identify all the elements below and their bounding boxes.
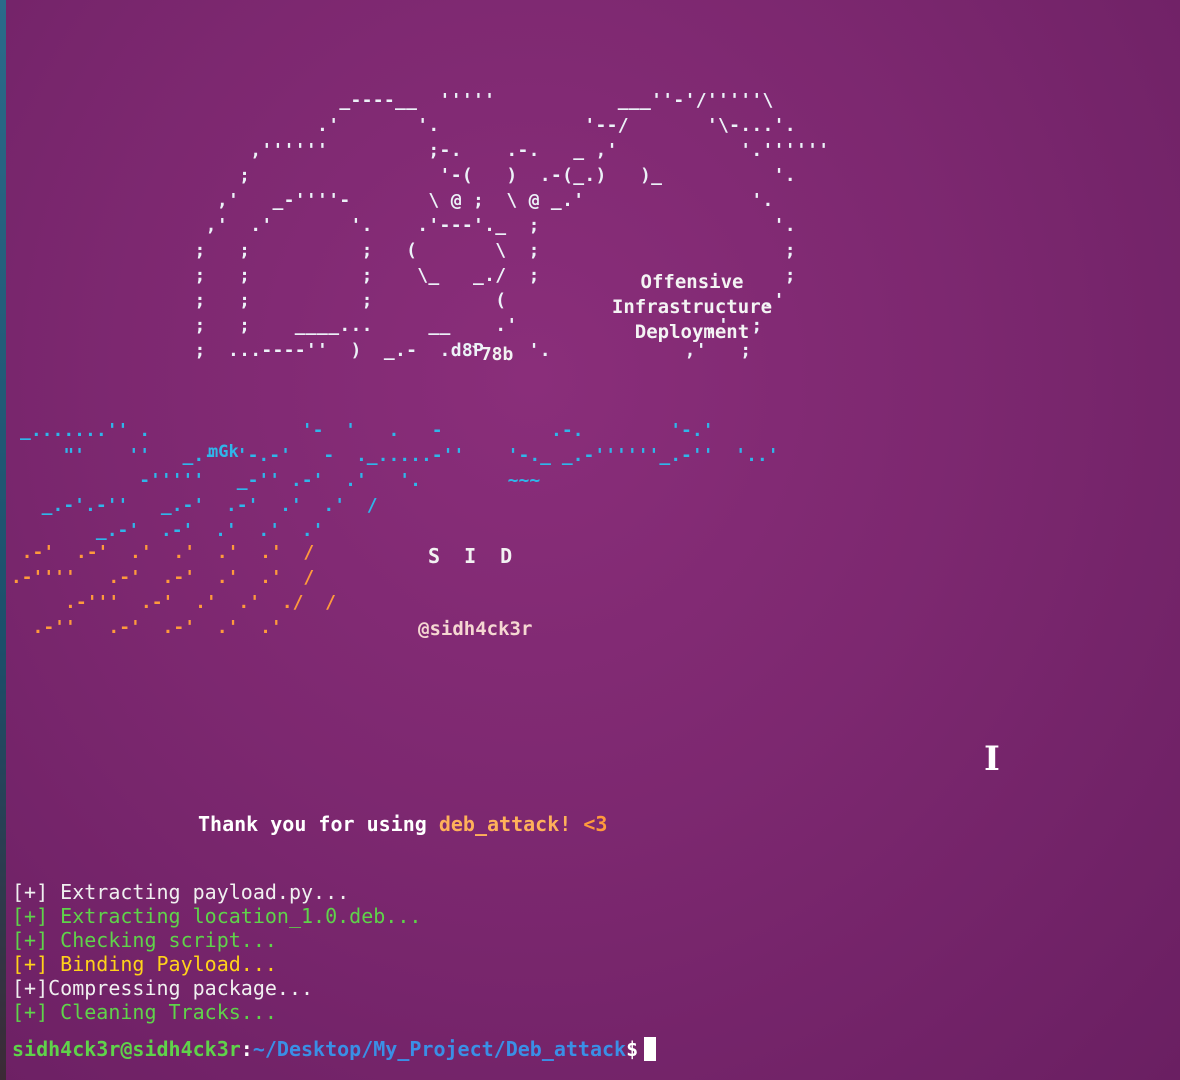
prompt-user-host: sidh4ck3r@sidh4ck3r	[12, 1037, 241, 1061]
prompt-path: ~/Desktop/My_Project/Deb_attack	[252, 1037, 627, 1061]
thanks-prefix: Thank you for using	[198, 812, 439, 836]
log-line: [+] Checking script...	[12, 928, 277, 952]
log-line: [+]Compressing package...	[12, 976, 314, 1000]
i-beam-cursor-icon: I	[984, 739, 1000, 779]
log-line: [+] Binding Payload...	[12, 952, 277, 976]
author-handle: @sidh4ck3r	[418, 618, 533, 640]
log-line: [+] Extracting payload.py...	[12, 880, 350, 904]
ascii-art-blue-trails: _.......'' . '- ' . - .-. '-.' "' '' _.-…	[20, 420, 779, 541]
prompt-dollar: $	[626, 1037, 639, 1061]
block-cursor-icon[interactable]	[644, 1037, 657, 1061]
output-log: [+] Extracting payload.py... [+] Extract…	[12, 880, 421, 1024]
author-letters: S I D	[428, 544, 519, 568]
log-line: [+] Cleaning Tracks...	[12, 1000, 277, 1024]
thanks-app-name: deb_attack!	[438, 812, 572, 836]
prompt-colon: :	[240, 1037, 253, 1061]
banner-title: Offensive Infrastructure Deployment	[598, 270, 786, 345]
shell-prompt[interactable]: sidh4ck3r@sidh4ck3r:~/Desktop/My_Project…	[12, 1036, 657, 1062]
log-line: [+] Extracting location_1.0.deb...	[12, 904, 422, 928]
banner-code-text: `78b	[470, 344, 514, 365]
banner-title-line-1: Offensive	[640, 271, 744, 293]
thanks-heart: <3	[571, 812, 608, 836]
banner-title-line-3: Deployment	[634, 321, 750, 343]
banner-title-line-2: Infrastructure	[611, 296, 773, 318]
banner-tag: mGk	[208, 442, 239, 462]
thanks-message: Thank you for using deb_attack! <3	[198, 812, 607, 836]
terminal-window[interactable]: _----__ ''''' ___''-'/'''''\ .' '. '--/ …	[0, 0, 1180, 1080]
ascii-art-orange-trails: .-' .-' .' .' .' .' / .-'''' .-' .-' .' …	[10, 542, 336, 638]
